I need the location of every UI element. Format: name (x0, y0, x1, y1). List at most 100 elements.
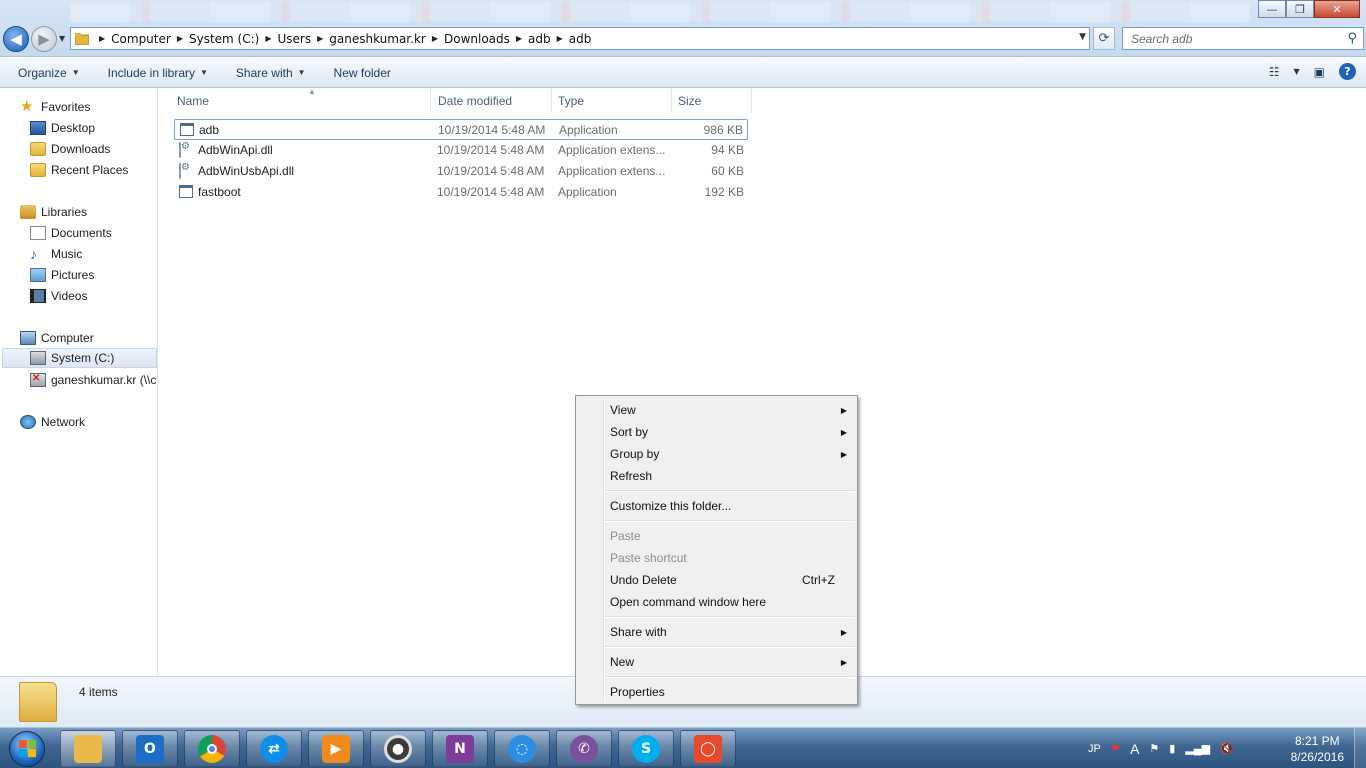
nav-music[interactable]: ♪ Music (30, 244, 82, 264)
breadcrumb-arrow-icon[interactable]: ▶ (171, 34, 189, 43)
menu-item-properties[interactable]: Properties (578, 681, 855, 703)
breadcrumb-computer[interactable]: Computer (111, 32, 171, 46)
preview-pane-icon[interactable]: ▣ (1314, 65, 1325, 79)
show-desktop-button[interactable] (1354, 728, 1366, 768)
nav-documents[interactable]: Documents (30, 223, 112, 243)
breadcrumb-arrow-icon[interactable]: ▶ (93, 34, 111, 43)
table-row[interactable]: AdbWinUsbApi.dll 10/19/2014 5:48 AM Appl… (174, 161, 748, 182)
taskbar-viber[interactable]: ✆ (556, 730, 612, 767)
language-indicator[interactable]: JP (1088, 743, 1101, 755)
search-icon[interactable]: ⚲ (1347, 31, 1357, 46)
menu-item-open-command-window[interactable]: Open command window here (578, 591, 855, 613)
table-row[interactable]: adb 10/19/2014 5:48 AM Application 986 K… (174, 119, 748, 140)
clock[interactable]: 8:21 PM 8/26/2016 (1291, 733, 1344, 765)
refresh-button[interactable]: ⟳ (1093, 27, 1115, 50)
taskbar-explorer[interactable] (60, 730, 116, 767)
taskbar-recorder[interactable]: ◯ (680, 730, 736, 767)
breadcrumb-adb-current[interactable]: adb (569, 32, 592, 46)
chrome-icon (198, 734, 226, 763)
column-header-date[interactable]: Date modified (432, 89, 552, 113)
nav-computer[interactable]: Computer (20, 328, 94, 348)
taskbar-chrome[interactable] (184, 730, 240, 767)
breadcrumb-arrow-icon[interactable]: ▶ (551, 34, 569, 43)
app-icon (180, 123, 194, 136)
taskbar-outlook[interactable]: O (122, 730, 178, 767)
view-options-dropdown-icon[interactable]: ▼ (1294, 67, 1300, 76)
breadcrumb-arrow-icon[interactable]: ▶ (510, 34, 528, 43)
folder-icon (74, 734, 102, 763)
action-center-flag-icon[interactable]: ⚑ (1149, 742, 1159, 755)
ime-icon[interactable]: A (1130, 741, 1139, 757)
nav-desktop[interactable]: Desktop (30, 118, 95, 138)
new-folder-button[interactable]: New folder (334, 66, 391, 80)
taskbar-chat[interactable]: ◌ (494, 730, 550, 767)
breadcrumb-arrow-icon[interactable]: ▶ (426, 34, 444, 43)
menu-item-refresh[interactable]: Refresh (578, 465, 855, 487)
table-row[interactable]: AdbWinApi.dll 10/19/2014 5:48 AM Applica… (174, 140, 748, 161)
table-row[interactable]: fastboot 10/19/2014 5:48 AM Application … (174, 182, 748, 203)
breadcrumb-user[interactable]: ganeshkumar.kr (329, 32, 426, 46)
address-bar[interactable]: ▶ Computer ▶ System (C:) ▶ Users ▶ ganeshkum… (70, 27, 1090, 50)
alert-icon[interactable]: ❤ (1111, 742, 1120, 755)
downloads-folder-icon (30, 142, 46, 156)
start-button[interactable] (4, 730, 50, 767)
breadcrumb-arrow-icon[interactable]: ▶ (311, 34, 329, 43)
recent-pages-dropdown-icon[interactable]: ▼ (59, 34, 65, 43)
network-signal-icon[interactable]: ▂▄▆ (1185, 742, 1210, 755)
search-box[interactable]: ⚲ (1122, 27, 1364, 50)
nav-downloads[interactable]: Downloads (30, 139, 110, 159)
share-with-button[interactable]: Share with ▼ (236, 66, 306, 80)
battery-icon[interactable]: ▮ (1169, 742, 1175, 755)
column-header-type[interactable]: Type (552, 89, 672, 113)
change-view-icon[interactable]: ☷ (1269, 65, 1280, 79)
nav-pictures[interactable]: Pictures (30, 265, 94, 285)
nav-recent-places[interactable]: Recent Places (30, 160, 128, 180)
film-strip-icon (30, 289, 46, 303)
column-header-name[interactable]: Name ▲ (171, 87, 431, 113)
folder-icon (19, 682, 57, 722)
dll-icon (179, 163, 181, 179)
back-button[interactable]: ◀ (3, 26, 29, 52)
nav-favorites[interactable]: ★ Favorites (20, 97, 90, 117)
hard-drive-icon (30, 351, 46, 365)
address-history-dropdown-icon[interactable]: ▼ (1079, 32, 1086, 42)
maximize-button[interactable]: ❐ (1286, 0, 1314, 18)
breadcrumb-arrow-icon[interactable]: ▶ (259, 34, 277, 43)
menu-item-share-with[interactable]: Share with ▶ (578, 621, 855, 643)
nav-libraries[interactable]: Libraries (20, 202, 87, 222)
breadcrumb-users[interactable]: Users (277, 32, 311, 46)
menu-item-view[interactable]: View ▶ (578, 399, 855, 421)
breadcrumb-adb-parent[interactable]: adb (528, 32, 551, 46)
pictures-icon (30, 268, 46, 282)
menu-shortcut: Ctrl+Z (802, 573, 835, 587)
forward-button[interactable]: ▶ (31, 26, 57, 52)
close-button[interactable]: ✕ (1314, 0, 1360, 18)
taskbar-onenote[interactable]: N (432, 730, 488, 767)
menu-separator (605, 646, 855, 648)
nav-system-c[interactable]: System (C:) (2, 348, 157, 368)
breadcrumb-system-c[interactable]: System (C:) (189, 32, 259, 46)
file-name: adb (199, 123, 220, 137)
minimize-button[interactable]: — (1258, 0, 1286, 18)
menu-item-sort-by[interactable]: Sort by ▶ (578, 421, 855, 443)
menu-item-new[interactable]: New ▶ (578, 651, 855, 673)
taskbar-disc[interactable]: ● (370, 730, 426, 767)
nav-network[interactable]: Network (20, 412, 85, 432)
column-header-size[interactable]: Size (672, 89, 752, 113)
nav-videos[interactable]: Videos (30, 286, 87, 306)
menu-item-group-by[interactable]: Group by ▶ (578, 443, 855, 465)
menu-item-customize-folder[interactable]: Customize this folder... (578, 495, 855, 517)
taskbar-media-player[interactable]: ▶ (308, 730, 364, 767)
menu-item-undo-delete[interactable]: Undo Delete Ctrl+Z (578, 569, 855, 591)
taskbar-skype[interactable]: S (618, 730, 674, 767)
title-bar: — ❐ ✕ ◀ ▶ ▼ ▶ Computer ▶ System (C:) ▶ User… (0, 0, 1366, 57)
search-input[interactable] (1131, 31, 1331, 46)
submenu-arrow-icon: ▶ (840, 449, 847, 459)
volume-muted-icon[interactable]: 🔇 (1220, 742, 1234, 755)
help-icon[interactable]: ? (1339, 63, 1356, 80)
breadcrumb-downloads[interactable]: Downloads (444, 32, 510, 46)
include-in-library-button[interactable]: Include in library ▼ (108, 66, 208, 80)
taskbar-teamviewer[interactable]: ⇄ (246, 730, 302, 767)
nav-network-drive[interactable]: ganeshkumar.kr (\\c (30, 370, 158, 390)
organize-button[interactable]: Organize ▼ (18, 66, 80, 80)
